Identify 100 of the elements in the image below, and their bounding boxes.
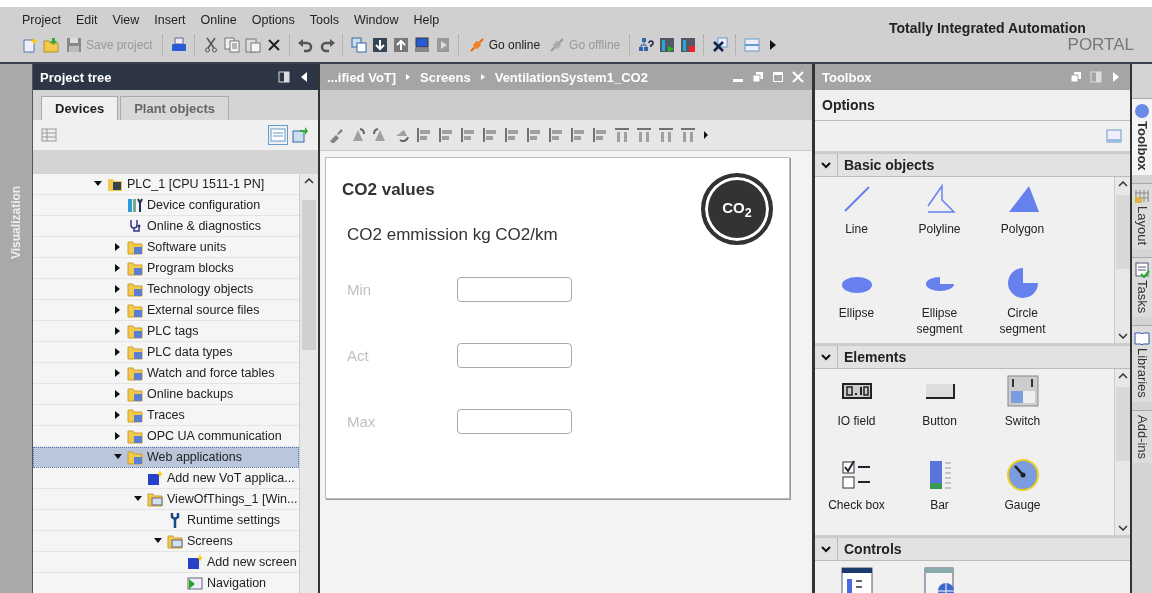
align-icon[interactable] xyxy=(592,127,608,143)
copy-icon[interactable] xyxy=(223,37,240,53)
circle-segment-icon[interactable] xyxy=(1006,267,1039,299)
align-icon[interactable] xyxy=(504,127,520,143)
tab[interactable]: Devices xyxy=(41,96,119,120)
expanded-arrow-icon[interactable] xyxy=(114,453,122,461)
scroll-up-icon[interactable] xyxy=(304,178,314,184)
section-header[interactable]: Controls xyxy=(815,538,1130,561)
distribute-icon[interactable] xyxy=(680,127,696,143)
collapsed-arrow-icon[interactable] xyxy=(114,264,122,272)
tree-item[interactable]: Add new VoT applica... xyxy=(33,468,299,489)
restore-icon[interactable] xyxy=(1070,71,1082,83)
rotate-icon[interactable] xyxy=(350,127,366,143)
restore-icon[interactable] xyxy=(752,71,764,83)
tree-item[interactable]: Software units xyxy=(33,237,299,258)
align-icon[interactable] xyxy=(416,127,432,143)
printer-icon[interactable] xyxy=(170,37,187,53)
brush-icon[interactable] xyxy=(328,127,344,143)
tree-item[interactable]: Web applications xyxy=(33,447,299,468)
scroll-up-icon[interactable] xyxy=(1117,181,1128,187)
collapsed-arrow-icon[interactable] xyxy=(114,285,122,293)
collapsed-arrow-icon[interactable] xyxy=(114,327,122,335)
scrollbar[interactable] xyxy=(1114,369,1130,535)
side-tab[interactable]: Add-ins xyxy=(1132,409,1152,463)
collapsed-arrow-icon[interactable] xyxy=(114,411,122,419)
scroll-up-icon[interactable] xyxy=(1117,373,1128,379)
distribute-icon[interactable] xyxy=(636,127,652,143)
scrollbar[interactable] xyxy=(299,174,318,593)
checkbox-icon[interactable] xyxy=(840,459,873,491)
monitor-icon[interactable] xyxy=(413,37,430,53)
tree-item[interactable]: PLC_1 [CPU 1511-1 PN] xyxy=(33,174,299,195)
scrollbar[interactable] xyxy=(1114,177,1130,343)
network-question-icon[interactable] xyxy=(638,37,655,53)
menu-item[interactable]: Tools xyxy=(309,13,339,27)
side-tab[interactable]: Tasks xyxy=(1132,256,1152,317)
tree-item[interactable]: Screens xyxy=(33,531,299,552)
side-tab[interactable]: Layout xyxy=(1132,182,1152,249)
section-header[interactable]: Elements xyxy=(815,346,1130,369)
align-icon[interactable] xyxy=(548,127,564,143)
section-header[interactable]: Basic objects xyxy=(815,154,1130,177)
tree-item[interactable]: Watch and force tables xyxy=(33,363,299,384)
menu-item[interactable]: Help xyxy=(413,13,440,27)
collapsed-arrow-icon[interactable] xyxy=(114,348,122,356)
tree-item[interactable]: Technology objects xyxy=(33,279,299,300)
menu-item[interactable]: View xyxy=(112,13,140,27)
menu-item[interactable]: Insert xyxy=(154,13,186,27)
rotate-icon[interactable] xyxy=(372,127,388,143)
upload-icon[interactable] xyxy=(392,37,409,53)
tree-item[interactable]: Program blocks xyxy=(33,258,299,279)
tab[interactable]: Plant objects xyxy=(120,96,230,120)
side-tab[interactable]: Toolbox xyxy=(1132,98,1152,175)
tree-item[interactable]: Traces xyxy=(33,405,299,426)
tree-item[interactable]: PLC data types xyxy=(33,342,299,363)
undo-icon[interactable] xyxy=(297,37,314,53)
io-field[interactable] xyxy=(457,343,572,368)
align-icon[interactable] xyxy=(460,127,476,143)
menu-item[interactable]: Online xyxy=(200,13,237,27)
delete-icon[interactable] xyxy=(265,37,282,53)
align-icon[interactable] xyxy=(482,127,498,143)
toolbar-button[interactable]: Go online xyxy=(466,37,543,53)
cross-reference-icon[interactable] xyxy=(712,37,729,53)
menu-item[interactable]: Window xyxy=(354,13,399,27)
expanded-arrow-icon[interactable] xyxy=(154,537,162,545)
close-icon[interactable] xyxy=(792,71,804,83)
expanded-arrow-icon[interactable] xyxy=(94,180,102,188)
menu-item[interactable]: Project xyxy=(22,13,61,27)
tree-item[interactable]: Device configuration xyxy=(33,195,299,216)
switch-icon[interactable] xyxy=(1006,375,1039,407)
maximize-icon[interactable] xyxy=(772,71,784,83)
tree-item[interactable]: Navigation xyxy=(33,573,299,593)
rotate-icon[interactable] xyxy=(394,127,410,143)
compile-icon[interactable] xyxy=(350,37,367,53)
tree-item[interactable]: External source files xyxy=(33,300,299,321)
scroll-down-icon[interactable] xyxy=(1117,333,1128,339)
collapsed-arrow-icon[interactable] xyxy=(114,369,122,377)
distribute-icon[interactable] xyxy=(658,127,674,143)
collapsed-arrow-icon[interactable] xyxy=(114,243,122,251)
distribute-icon[interactable] xyxy=(614,127,630,143)
io-field[interactable] xyxy=(457,277,572,302)
io-field[interactable] xyxy=(457,409,572,434)
expanded-arrow-icon[interactable] xyxy=(134,495,142,503)
tree-item[interactable]: PLC tags xyxy=(33,321,299,342)
collapsed-arrow-icon[interactable] xyxy=(114,390,122,398)
tree-item[interactable]: Online backups xyxy=(33,384,299,405)
download-icon[interactable] xyxy=(371,37,388,53)
panel-layout-icon[interactable] xyxy=(278,71,290,83)
menu-item[interactable]: Options xyxy=(251,13,295,27)
align-icon[interactable] xyxy=(570,127,586,143)
scroll-down-icon[interactable] xyxy=(1117,525,1128,531)
tree-item[interactable]: Runtime settings xyxy=(33,510,299,531)
tree-item[interactable]: Add new screen xyxy=(33,552,299,573)
collapsed-arrow-icon[interactable] xyxy=(114,432,122,440)
collapsed-arrow-icon[interactable] xyxy=(114,306,122,314)
tree-item[interactable]: Online & diagnostics xyxy=(33,216,299,237)
scissors-icon[interactable] xyxy=(202,37,219,53)
align-icon[interactable] xyxy=(438,127,454,143)
start-cpu-icon[interactable] xyxy=(659,37,676,53)
browser-globe-icon[interactable] xyxy=(923,567,956,593)
align-icon[interactable] xyxy=(526,127,542,143)
more-arrow-icon[interactable] xyxy=(702,131,710,139)
